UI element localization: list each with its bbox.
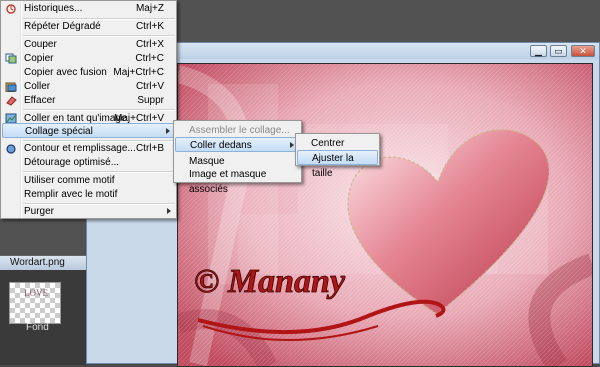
- thumbnail-text: LOVE: [24, 288, 48, 298]
- menu-item-label: Assembler le collage...: [189, 125, 290, 136]
- image-canvas[interactable]: © Manany: [177, 63, 593, 367]
- submenu-arrow-icon: [290, 142, 294, 148]
- submenu-item-centrer[interactable]: Centrer: [297, 136, 378, 151]
- minimize-button[interactable]: ▁: [530, 45, 547, 57]
- layer-name: Fond: [26, 322, 49, 333]
- edit-menu: Historiques... Maj+Z Répéter Dégradé Ctr…: [0, 0, 177, 219]
- menu-item-utiliser-comme-motif[interactable]: Utiliser comme motif: [2, 173, 176, 188]
- menu-item-label: Effacer: [24, 95, 56, 106]
- menu-item-shortcut: Ctrl+K: [135, 21, 164, 32]
- menu-item-label: Copier avec fusion: [24, 67, 107, 78]
- menu-item-label: Centrer: [311, 138, 345, 149]
- menu-item-label: Ajuster la taille: [312, 153, 354, 179]
- menu-item-detourage-optimise[interactable]: Détourage optimisé...: [2, 155, 176, 170]
- menu-item-contour-et-remplissage[interactable]: Contour et remplissage... Ctrl+B: [2, 141, 176, 156]
- submenu-item-image-et-masque-associes[interactable]: Image et masque associés: [175, 167, 300, 195]
- menu-item-shortcut: Ctrl+X: [135, 39, 164, 50]
- coller-dedans-submenu: Centrer Ajuster la taille: [295, 133, 380, 179]
- layers-panel-title: Wordart.png: [10, 257, 65, 268]
- menu-item-label: Utiliser comme motif: [24, 175, 115, 186]
- menu-item-repeter-degrade[interactable]: Répéter Dégradé Ctrl+K: [2, 19, 176, 34]
- menu-item-shortcut: Ctrl+V: [135, 81, 164, 92]
- menu-item-couper[interactable]: Couper Ctrl+X: [2, 37, 176, 52]
- menu-item-copier[interactable]: Copier Ctrl+C: [2, 51, 176, 66]
- menu-item-label: Copier: [24, 53, 54, 64]
- menu-item-label: Répéter Dégradé: [24, 21, 101, 32]
- stroke-fill-icon: [6, 144, 16, 154]
- collage-special-submenu: Assembler le collage... Coller dedans Ma…: [173, 120, 302, 195]
- layer-thumbnail[interactable]: LOVE: [9, 282, 61, 324]
- canvas-artwork: © Manany: [178, 64, 592, 366]
- menu-item-label: Couper: [24, 39, 57, 50]
- menu-item-label: Historiques...: [24, 3, 83, 14]
- watermark-text: © Manany: [194, 263, 346, 300]
- submenu-arrow-icon: [166, 128, 170, 134]
- paste-icon: [5, 82, 17, 92]
- submenu-arrow-icon: [167, 208, 171, 214]
- menu-item-historiques[interactable]: Historiques... Maj+Z: [2, 1, 176, 16]
- menu-item-copier-avec-fusion[interactable]: Copier avec fusion Maj+Ctrl+C: [2, 65, 176, 80]
- menu-item-label: Purger: [24, 206, 55, 217]
- eraser-icon: [6, 96, 17, 106]
- menu-item-label: Coller dedans: [190, 140, 252, 151]
- menu-item-label: Image et masque associés: [189, 169, 267, 195]
- menu-item-shortcut: Maj+Ctrl+C: [113, 67, 164, 78]
- close-button[interactable]: ✕: [571, 45, 595, 57]
- history-icon: [6, 4, 16, 14]
- menu-item-label: Détourage optimisé...: [24, 157, 120, 168]
- menu-item-label: Remplir avec le motif: [24, 189, 118, 200]
- menu-item-shortcut: Ctrl+B: [135, 143, 164, 154]
- menu-item-coller[interactable]: Coller Ctrl+V: [2, 79, 176, 94]
- layers-panel-header[interactable]: Wordart.png: [0, 256, 86, 270]
- menu-item-label: Contour et remplissage...: [24, 143, 136, 154]
- menu-item-shortcut: Maj+Z: [135, 3, 164, 14]
- submenu-item-ajuster-la-taille[interactable]: Ajuster la taille: [297, 150, 378, 179]
- maximize-button[interactable]: ▭: [550, 45, 567, 57]
- layers-panel[interactable]: Wordart.png LOVE Fond: [0, 255, 86, 365]
- menu-item-shortcut: Suppr: [137, 95, 164, 106]
- submenu-item-coller-dedans[interactable]: Coller dedans: [175, 137, 300, 152]
- menu-item-label: Coller: [24, 81, 51, 92]
- menu-item-remplir-avec-le-motif[interactable]: Remplir avec le motif: [2, 187, 176, 202]
- menu-item-purger[interactable]: Purger: [2, 204, 176, 219]
- menu-item-collage-special[interactable]: Collage spécial: [2, 123, 176, 138]
- menu-item-shortcut: Ctrl+C: [135, 53, 164, 64]
- menu-item-effacer[interactable]: Effacer Suppr: [2, 93, 176, 108]
- submenu-item-assembler-le-collage: Assembler le collage...: [175, 123, 300, 138]
- copy-icon: [5, 53, 17, 64]
- menu-item-label: Collage spécial: [25, 126, 93, 137]
